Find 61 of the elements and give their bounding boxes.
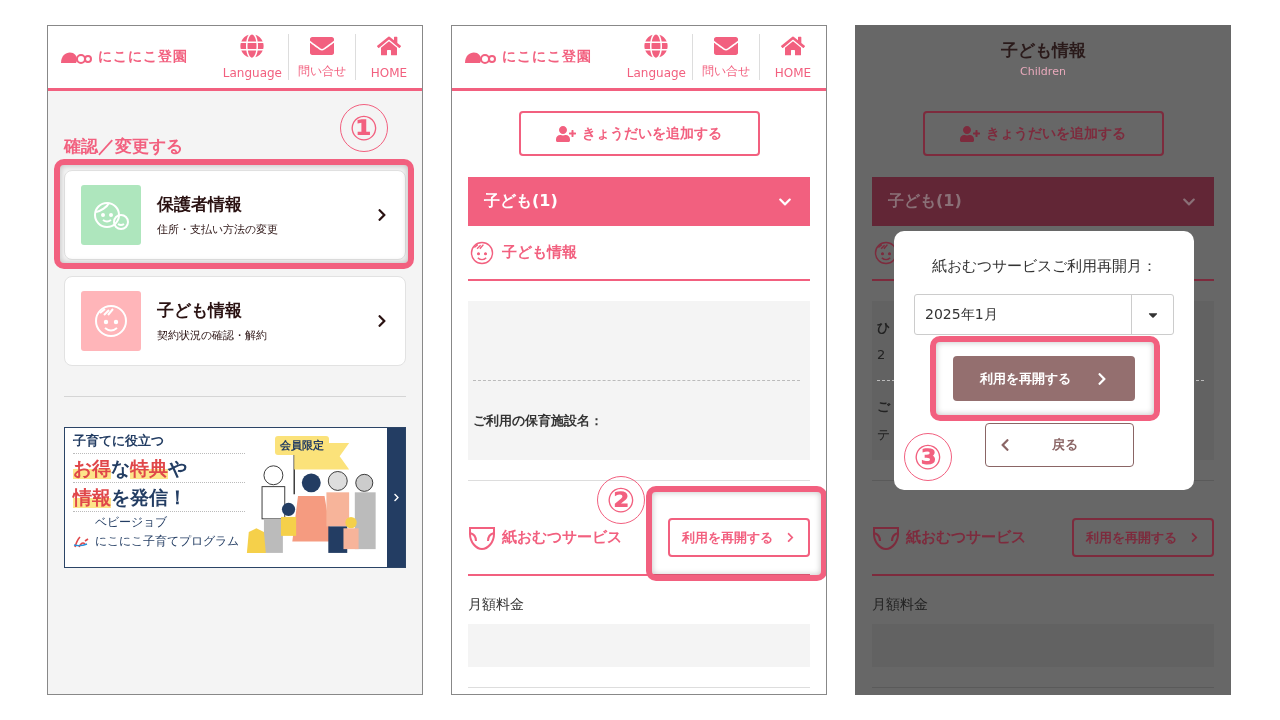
logo-text: にこにこ登園 [98,48,188,66]
chevron-right-icon [785,532,796,543]
flag-label: 会員限定 [275,436,329,455]
nav-link[interactable]: HOME [759,34,826,80]
back-button[interactable]: 戻る [984,423,1134,467]
envelope-icon [714,34,738,58]
confirm-resume-button[interactable]: 利用を再開する [953,356,1135,401]
add-sibling-button[interactable]: きょうだいを追加する [518,111,760,156]
page-subtitle: Children [1020,65,1066,78]
modal-label: 紙おむつサービスご利用再開月： [931,257,1157,276]
field-label: 月額料金 [872,596,929,614]
page-title: 子ども情報 [1000,39,1086,62]
globe-icon [644,34,669,58]
card-title: 保護者情報 [157,193,243,216]
child-accordion-header[interactable]: 子ども(1) [468,177,810,226]
card-subtitle: 契約状況の確認・解約 [157,328,268,343]
info-label: ひ [877,319,891,337]
nav-link[interactable]: 問い合せ [288,34,355,80]
nav-link[interactable]: 問い合せ [692,34,759,80]
section-title: 紙おむつサービス [502,528,622,547]
banner-headline: お得な特典や [73,456,245,483]
resume-button[interactable]: 利用を再開する [668,518,810,557]
home-icon [781,34,805,58]
brand-caption: ベビージョブ [95,514,168,531]
envelope-icon [310,34,334,58]
brand-logo-icon [73,535,91,548]
nav-link[interactable]: Language [216,34,288,80]
logo-text: にこにこ登園 [502,48,592,66]
info-label: ご [877,397,892,416]
nav-link[interactable]: HOME [355,34,422,80]
diaper-icon [872,524,900,551]
resume-button[interactable]: 利用を再開する [1072,518,1214,557]
banner-next-button[interactable] [387,428,405,567]
info-label: ご利用の保育施設名： [473,411,604,430]
home-icon [377,34,401,58]
nav-link[interactable]: Language [620,34,692,80]
logo-icon [464,50,496,64]
chevron-right-icon [391,493,401,502]
menu-card[interactable]: 子ども情報 契約状況の確認・解約 [64,276,406,366]
chevron-right-icon [1189,532,1200,543]
section-title: 確認／変更する [64,135,184,158]
info-value: 2 [877,347,887,362]
banner-lead: 子育てに役立つ [73,432,245,454]
card-title: 子ども情報 [157,299,243,322]
globe-icon [240,34,265,58]
add-person-icon [960,123,980,144]
add-sibling-button[interactable]: きょうだいを追加する [922,111,1164,156]
menu-card[interactable]: 保護者情報 住所・支払い方法の変更 [64,170,406,260]
month-select[interactable]: 2025年1月 [914,294,1174,335]
diaper-icon [468,524,496,551]
section-title: 紙おむつサービス [906,528,1026,547]
child-accordion-header[interactable]: 子ども(1) [872,177,1214,226]
promo-banner[interactable]: 子育てに役立つ お得な特典や 情報を発信！ ベビージョブ にこにこ子育てプログラム 会員限定 [64,427,406,568]
card-subtitle: 住所・支払い方法の変更 [157,222,279,237]
field-label: 月額料金 [468,596,525,614]
info-value: テ [877,425,891,444]
logo-icon [60,50,92,64]
section-title: 子ども情報 [502,243,577,262]
banner-headline: 情報を発信！ [73,485,245,512]
brand-name: にこにこ子育てプログラム [95,533,239,550]
add-person-icon [556,123,576,144]
